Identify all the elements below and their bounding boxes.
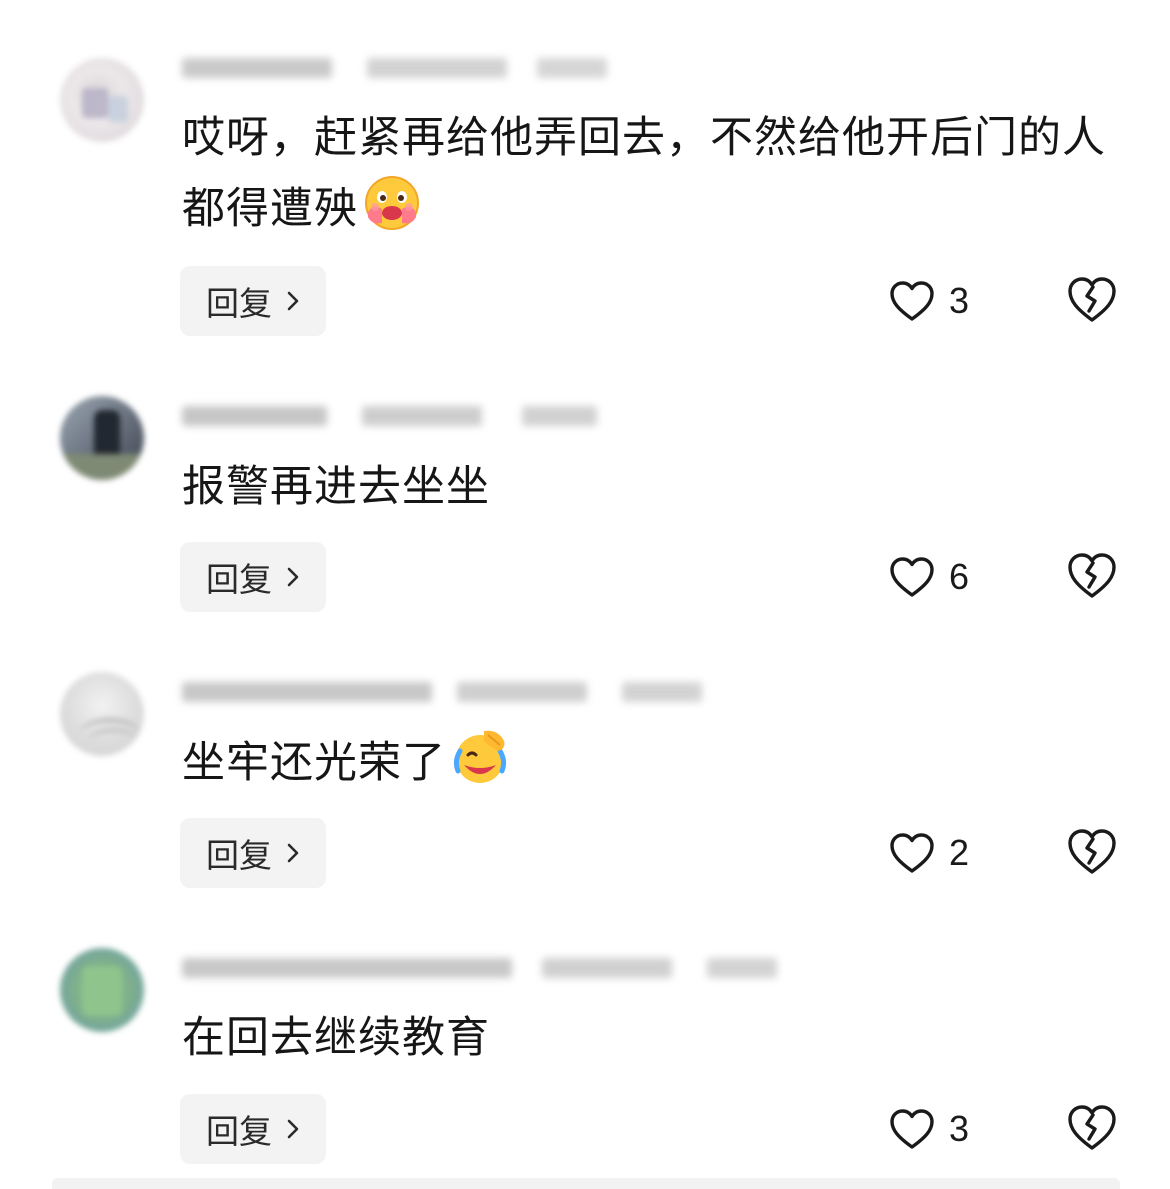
- comment-text: 在回去继续教育: [182, 1003, 1122, 1073]
- comment-text-body: 在回去继续教育: [182, 1013, 490, 1063]
- avatar[interactable]: [60, 948, 144, 1032]
- like-count: 3: [949, 1108, 970, 1149]
- bottom-input-bar-edge: [52, 1178, 1120, 1189]
- reply-button[interactable]: 回复: [180, 1094, 326, 1164]
- heart-icon: [890, 1109, 934, 1149]
- chevron-right-icon: [287, 1119, 299, 1139]
- username-timestamp-location: [182, 952, 782, 982]
- broken-heart-icon[interactable]: [1066, 1102, 1118, 1154]
- reply-label: 回复: [206, 1112, 272, 1151]
- like-button[interactable]: 3: [889, 1099, 969, 1159]
- comment-item: 在回去继续教育 回复 3: [0, 0, 1170, 1170]
